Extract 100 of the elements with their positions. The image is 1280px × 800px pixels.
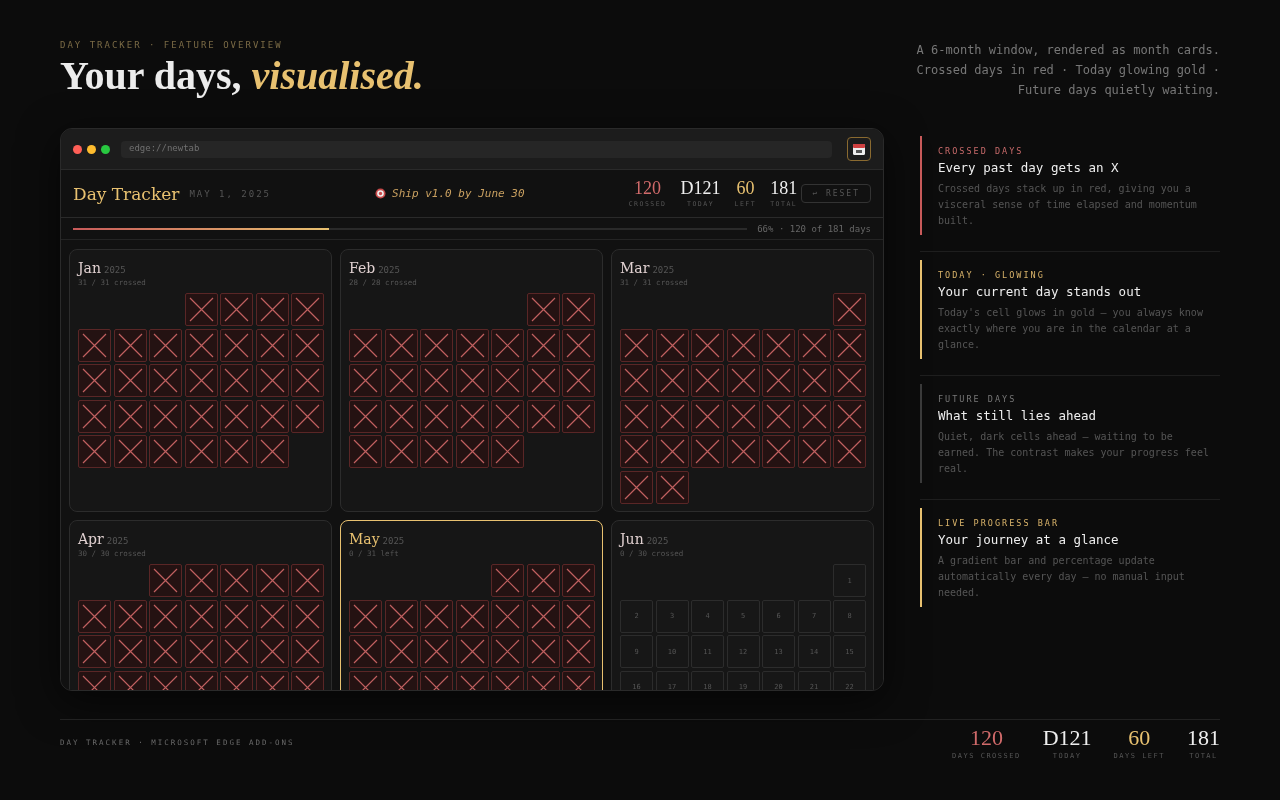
crossed-day-cell[interactable] xyxy=(113,635,147,668)
extension-button[interactable] xyxy=(847,137,871,161)
crossed-day-cell[interactable] xyxy=(149,564,182,597)
crossed-day-cell[interactable] xyxy=(491,564,524,597)
crossed-day-cell[interactable] xyxy=(149,599,182,633)
crossed-day-cell[interactable] xyxy=(291,564,324,597)
crossed-day-cell[interactable] xyxy=(833,364,866,397)
crossed-day-cell[interactable] xyxy=(349,435,382,468)
crossed-day-cell[interactable] xyxy=(349,364,382,397)
crossed-day-cell[interactable] xyxy=(762,435,795,468)
crossed-day-cell[interactable] xyxy=(384,364,418,397)
crossed-day-cell[interactable] xyxy=(255,635,289,668)
crossed-day-cell[interactable] xyxy=(420,599,453,633)
crossed-day-cell[interactable] xyxy=(726,364,760,397)
crossed-day-cell[interactable] xyxy=(291,293,324,326)
crossed-day-cell[interactable] xyxy=(691,399,724,433)
crossed-day-cell[interactable] xyxy=(797,435,831,468)
crossed-day-cell[interactable] xyxy=(562,399,595,433)
crossed-day-cell[interactable] xyxy=(220,435,253,468)
crossed-day-cell[interactable] xyxy=(420,328,453,362)
minimize-dot[interactable] xyxy=(87,144,96,154)
crossed-day-cell[interactable] xyxy=(691,435,724,468)
crossed-day-cell[interactable] xyxy=(255,399,289,433)
crossed-day-cell[interactable] xyxy=(291,328,324,362)
crossed-day-cell[interactable] xyxy=(420,364,453,397)
crossed-day-cell[interactable] xyxy=(491,635,524,668)
crossed-day-cell[interactable] xyxy=(455,435,489,468)
crossed-day-cell[interactable] xyxy=(184,564,218,597)
crossed-day-cell[interactable] xyxy=(349,328,382,362)
crossed-day-cell[interactable] xyxy=(526,564,560,597)
crossed-day-cell[interactable] xyxy=(184,635,218,668)
crossed-day-cell[interactable] xyxy=(620,328,653,362)
crossed-day-cell[interactable] xyxy=(149,435,182,468)
crossed-day-cell[interactable] xyxy=(655,470,689,504)
crossed-day-cell[interactable] xyxy=(113,364,147,397)
crossed-day-cell[interactable] xyxy=(726,399,760,433)
crossed-day-cell[interactable] xyxy=(562,635,595,668)
crossed-day-cell[interactable] xyxy=(78,599,111,633)
crossed-day-cell[interactable] xyxy=(78,435,111,468)
crossed-day-cell[interactable] xyxy=(691,328,724,362)
crossed-day-cell[interactable] xyxy=(562,564,595,597)
crossed-day-cell[interactable] xyxy=(255,435,289,468)
crossed-day-cell[interactable] xyxy=(455,364,489,397)
crossed-day-cell[interactable] xyxy=(562,364,595,397)
crossed-day-cell[interactable] xyxy=(220,564,253,597)
reset-button[interactable]: ↩ RESET xyxy=(801,184,871,203)
crossed-day-cell[interactable] xyxy=(833,293,866,326)
crossed-day-cell[interactable] xyxy=(149,364,182,397)
crossed-day-cell[interactable] xyxy=(220,399,253,433)
crossed-day-cell[interactable] xyxy=(78,635,111,668)
crossed-day-cell[interactable] xyxy=(562,599,595,633)
crossed-day-cell[interactable] xyxy=(291,364,324,397)
crossed-day-cell[interactable] xyxy=(526,328,560,362)
crossed-day-cell[interactable] xyxy=(655,399,689,433)
crossed-day-cell[interactable] xyxy=(655,328,689,362)
crossed-day-cell[interactable] xyxy=(797,364,831,397)
crossed-day-cell[interactable] xyxy=(184,328,218,362)
crossed-day-cell[interactable] xyxy=(349,399,382,433)
crossed-day-cell[interactable] xyxy=(384,635,418,668)
crossed-day-cell[interactable] xyxy=(420,635,453,668)
crossed-day-cell[interactable] xyxy=(255,564,289,597)
crossed-day-cell[interactable] xyxy=(291,635,324,668)
crossed-day-cell[interactable] xyxy=(220,364,253,397)
crossed-day-cell[interactable] xyxy=(349,599,382,633)
crossed-day-cell[interactable] xyxy=(349,635,382,668)
crossed-day-cell[interactable] xyxy=(620,364,653,397)
crossed-day-cell[interactable] xyxy=(655,364,689,397)
crossed-day-cell[interactable] xyxy=(797,328,831,362)
crossed-day-cell[interactable] xyxy=(149,635,182,668)
crossed-day-cell[interactable] xyxy=(220,293,253,326)
maximize-dot[interactable] xyxy=(101,144,110,154)
crossed-day-cell[interactable] xyxy=(620,470,653,504)
crossed-day-cell[interactable] xyxy=(491,435,524,468)
crossed-day-cell[interactable] xyxy=(220,635,253,668)
crossed-day-cell[interactable] xyxy=(726,328,760,362)
crossed-day-cell[interactable] xyxy=(526,635,560,668)
crossed-day-cell[interactable] xyxy=(113,599,147,633)
crossed-day-cell[interactable] xyxy=(184,435,218,468)
crossed-day-cell[interactable] xyxy=(291,599,324,633)
crossed-day-cell[interactable] xyxy=(113,435,147,468)
crossed-day-cell[interactable] xyxy=(562,328,595,362)
crossed-day-cell[interactable] xyxy=(113,399,147,433)
crossed-day-cell[interactable] xyxy=(620,399,653,433)
crossed-day-cell[interactable] xyxy=(420,399,453,433)
crossed-day-cell[interactable] xyxy=(762,399,795,433)
crossed-day-cell[interactable] xyxy=(149,399,182,433)
address-bar[interactable]: edge://newtab xyxy=(121,140,832,158)
crossed-day-cell[interactable] xyxy=(526,364,560,397)
crossed-day-cell[interactable] xyxy=(78,364,111,397)
crossed-day-cell[interactable] xyxy=(291,399,324,433)
crossed-day-cell[interactable] xyxy=(762,364,795,397)
crossed-day-cell[interactable] xyxy=(455,635,489,668)
crossed-day-cell[interactable] xyxy=(620,435,653,468)
crossed-day-cell[interactable] xyxy=(255,328,289,362)
crossed-day-cell[interactable] xyxy=(384,328,418,362)
crossed-day-cell[interactable] xyxy=(255,364,289,397)
crossed-day-cell[interactable] xyxy=(726,435,760,468)
crossed-day-cell[interactable] xyxy=(149,328,182,362)
crossed-day-cell[interactable] xyxy=(833,435,866,468)
crossed-day-cell[interactable] xyxy=(691,364,724,397)
